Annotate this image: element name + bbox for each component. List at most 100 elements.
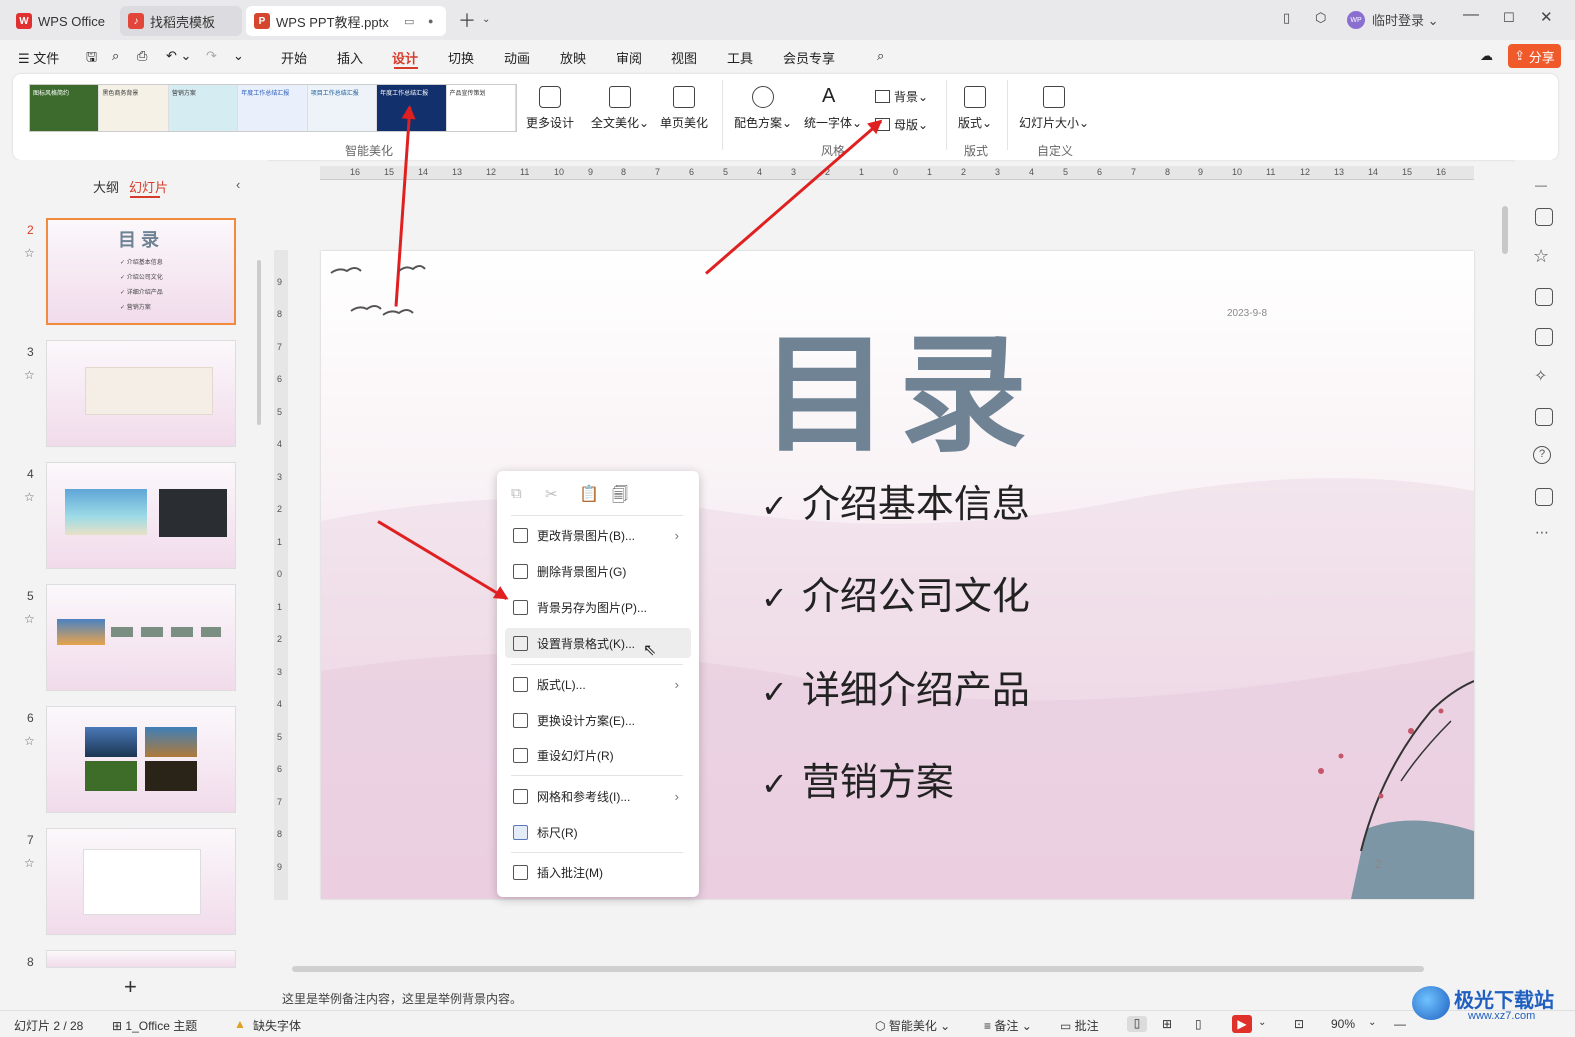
missing-font-button[interactable]: 缺失字体	[253, 1017, 301, 1034]
template-thumb[interactable]: 产品宣传策划	[446, 85, 516, 131]
search-icon[interactable]: ⌕	[877, 48, 884, 64]
star-icon[interactable]: ☆	[24, 368, 35, 382]
tab-ppt-file[interactable]: P WPS PPT教程.pptx ▭ ●	[246, 6, 446, 36]
slides-icon[interactable]	[1535, 288, 1553, 306]
play-slideshow-button[interactable]: ▶	[1232, 1015, 1252, 1033]
help-icon[interactable]: ?	[1533, 446, 1551, 464]
horizontal-ruler[interactable]: 16 15 14 13 12 11 10 9 8 7 6 5 4 3 2 1 0 1 2 3 4 5 6 7 8 9 10 11 12 1…	[320, 166, 1474, 180]
minimize-icon[interactable]: —	[1463, 6, 1479, 24]
zoom-out-icon[interactable]: —	[1394, 1017, 1406, 1031]
paste-image-icon[interactable]: 🗐	[612, 484, 628, 511]
slide-thumb-6[interactable]	[46, 706, 236, 813]
smart-beautify-button[interactable]: ⬡ 智能美化 ⌄	[875, 1017, 950, 1034]
zoom-dropdown-icon[interactable]: ⌄	[1368, 1017, 1376, 1028]
template-thumb[interactable]: 营销方案	[168, 85, 239, 131]
new-tab-icon[interactable]: ＋	[458, 7, 476, 33]
star-icon[interactable]: ☆	[1533, 246, 1549, 267]
panel-scrollbar[interactable]	[257, 260, 261, 425]
star-icon[interactable]: ☆	[24, 246, 35, 260]
menu-insert[interactable]: 插入	[337, 48, 363, 67]
layout-item[interactable]: 版式(L)... ›	[505, 669, 691, 699]
comments-button[interactable]: ▭ 批注	[1060, 1017, 1099, 1034]
notes-toggle-button[interactable]: ≡ 备注 ⌄	[984, 1017, 1032, 1034]
cloud-icon[interactable]: ☁	[1480, 48, 1493, 64]
save-icon[interactable]: 🖫	[86, 48, 97, 70]
change-background-image-item[interactable]: 更改背景图片(B)... ›	[505, 520, 691, 550]
tab-dropdown-icon[interactable]: ⌄	[482, 14, 490, 25]
menu-tools[interactable]: 工具	[727, 48, 753, 67]
outline-tab[interactable]: 大纲	[93, 177, 119, 196]
collapse-panel-icon[interactable]: ‹	[236, 177, 240, 192]
menu-review[interactable]: 审阅	[616, 48, 642, 67]
ruler-item[interactable]: 标尺(R)	[505, 817, 691, 847]
slide-thumb-3[interactable]	[46, 340, 236, 447]
layout-button[interactable]: 版式⌄	[958, 86, 992, 131]
layout-icon[interactable]: ▯	[1283, 10, 1290, 26]
bullet-item[interactable]: ✓ 介绍公司文化	[761, 565, 1030, 620]
normal-view-icon[interactable]: ▯	[1127, 1016, 1147, 1032]
bullet-item[interactable]: ✓ 详细介绍产品	[761, 659, 1030, 714]
bullet-item[interactable]: ✓ 介绍基本信息	[761, 473, 1030, 528]
notes-area[interactable]: 这里是举例备注内容，这里是举例背景内容。	[268, 984, 1515, 1010]
tab-find-template[interactable]: ♪ 找稻壳模板	[120, 6, 242, 36]
maximize-icon[interactable]: ☐	[1503, 10, 1515, 26]
full-beautify-button[interactable]: 全文美化⌄	[591, 86, 649, 131]
quick-access-dropdown-icon[interactable]: ⌄	[233, 48, 244, 64]
more-design-button[interactable]: 更多设计	[526, 86, 574, 131]
settings-sliders-icon[interactable]	[1535, 208, 1553, 226]
beautify-icon[interactable]	[1535, 328, 1553, 346]
save-background-as-image-item[interactable]: 背景另存为图片(P)...	[505, 592, 691, 622]
screen-icon[interactable]: ▭	[404, 15, 414, 28]
slide-thumb-2[interactable]: 目 录 ✓ 介绍基本信息 ✓ 介绍公司文化 ✓ 详细介绍产品 ✓ 营销方案	[46, 218, 236, 325]
tab-wps-office[interactable]: W WPS Office	[8, 6, 114, 36]
grid-guides-item[interactable]: 网格和参考线(I)... ›	[505, 781, 691, 811]
background-button[interactable]: 背景 ⌄	[875, 88, 928, 105]
menu-animation[interactable]: 动画	[504, 48, 530, 67]
delete-background-image-item[interactable]: 删除背景图片(G)	[505, 556, 691, 586]
add-slide-button[interactable]: +	[124, 974, 137, 1000]
redo-icon[interactable]: ↷	[206, 48, 217, 64]
star-icon[interactable]: ☆	[24, 490, 35, 504]
editor-scrollbar-thumb[interactable]	[1502, 206, 1508, 254]
more-icon[interactable]: ⋯	[1535, 524, 1549, 541]
slide-title[interactable]: 目录	[761, 291, 1037, 476]
slide-thumb-5[interactable]	[46, 584, 236, 691]
menu-design[interactable]: 设计	[392, 48, 418, 67]
star-icon[interactable]: ☆	[24, 734, 35, 748]
share-icon[interactable]	[1535, 488, 1553, 506]
star-icon[interactable]: ☆	[24, 856, 35, 870]
slide-size-button[interactable]: 幻灯片大小⌄	[1019, 86, 1089, 131]
zoom-level[interactable]: 90%	[1331, 1017, 1355, 1031]
slide-date[interactable]: 2023-9-8	[1227, 308, 1267, 319]
insert-comment-item[interactable]: 插入批注(M)	[505, 857, 691, 887]
file-menu[interactable]: ☰ 文件	[18, 48, 59, 67]
format-background-item[interactable]: 设置背景格式(K)... ⇖	[505, 628, 691, 659]
slide-thumb-7[interactable]	[46, 828, 236, 935]
share-button[interactable]: ⇪ 分享	[1508, 44, 1561, 68]
star-icon[interactable]: ☆	[24, 612, 35, 626]
template-thumb[interactable]: 年度工作总结汇报	[238, 85, 308, 131]
editor-hscrollbar-thumb[interactable]	[292, 966, 1424, 972]
sorter-view-icon[interactable]: ⊞	[1162, 1017, 1172, 1031]
format-painter-icon[interactable]: ⌕	[112, 48, 119, 64]
bullet-item[interactable]: ✓ 营销方案	[761, 751, 954, 806]
slide-canvas[interactable]: 目录 2023-9-8 ✓ 介绍基本信息 ✓ 介绍公司文化 ✓ 详细介绍产品 ✓ 营销方…	[321, 251, 1474, 899]
vertical-ruler[interactable]: 9 8 7 6 5 4 3 2 1 0 1 2 3 4 5 6 7 8 9	[274, 250, 288, 900]
login-button[interactable]: 临时登录 ⌄	[1372, 10, 1439, 29]
template-thumb[interactable]: 图标风格简约	[30, 85, 100, 131]
menu-slideshow[interactable]: 放映	[560, 48, 586, 67]
menu-start[interactable]: 开始	[281, 48, 307, 67]
menu-view[interactable]: 视图	[671, 48, 697, 67]
avatar[interactable]: WP	[1347, 11, 1365, 29]
close-icon[interactable]: ✕	[1540, 8, 1553, 26]
magic-wand-icon[interactable]: ✧	[1534, 366, 1547, 386]
slide-thumb-4[interactable]	[46, 462, 236, 569]
change-design-item[interactable]: 更换设计方案(E)...	[505, 705, 691, 735]
color-scheme-button[interactable]: 配色方案⌄	[734, 86, 792, 131]
menu-transition[interactable]: 切换	[448, 48, 474, 67]
menu-member[interactable]: 会员专享	[783, 48, 835, 67]
reading-view-icon[interactable]: ▯	[1195, 1017, 1202, 1031]
cube-icon[interactable]: ⬡	[1315, 10, 1326, 26]
play-options-icon[interactable]: ⌄	[1258, 1017, 1266, 1028]
minus-icon[interactable]: —	[1535, 178, 1547, 192]
